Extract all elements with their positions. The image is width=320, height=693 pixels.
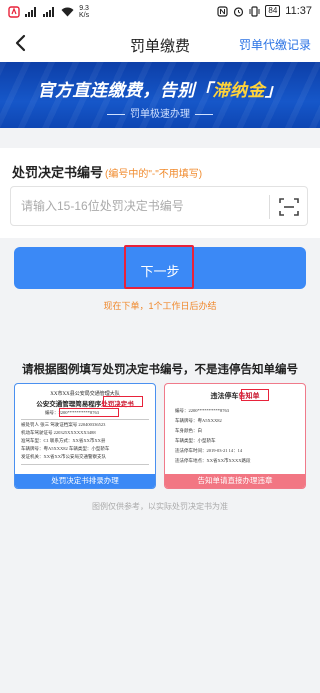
wifi-icon (61, 7, 74, 17)
left-sample-caption: 处罚决定书排录办理 (15, 474, 155, 488)
left-doc-header-2-text: 公安交通管理简易程序 (36, 401, 102, 408)
right-doc-row-5: 违法停车时间：2019-03-21 14：14 (175, 448, 243, 453)
status-right: 84 11:37 (217, 5, 312, 17)
right-doc-header: 违法停车告知单 (165, 391, 305, 401)
clock: 11:37 (285, 5, 312, 17)
decision-number-label: 处罚决定书编号 (编号中的"-"不用填写) (12, 162, 202, 181)
scan-divider (269, 195, 270, 219)
right-doc-row-1: 编号：2200**********8763 (175, 408, 229, 413)
promo-banner: 官方直连缴费，告别「滞纳金」 罚单极速办理 (0, 62, 320, 128)
right-doc-row-6: 违法停车地点：XX省XX市XXXX路段 (175, 458, 251, 463)
battery-level: 84 (265, 5, 281, 17)
next-step-highlight-frame (124, 245, 194, 289)
decision-sample-image: XX市XX县公安局交通管理大队 公安交通管理简易程序处罚决定书 编号：2200*… (14, 383, 156, 489)
left-doc-row-3: 准驾车型：C1 联系方式：XX省XX市XX县 (21, 438, 106, 443)
left-doc-rule (21, 419, 149, 420)
left-doc-row-4: 车辆牌号：粤A5XXX82 车辆类型：小型轿车 (21, 446, 110, 451)
banner-title-highlight: 滞纳金 (212, 81, 265, 100)
guide-title: 请根据图例填写处罚决定书编号，不是违停告知单编号 (22, 364, 298, 376)
notice-sample-image: 违法停车告知单 编号：2200**********8763 车辆牌号：粤A5XX… (164, 383, 306, 489)
signal-icon (25, 7, 36, 17)
left-doc-number-label: 编号： (45, 410, 59, 415)
status-bar: 9.3 K/s 84 11:37 (0, 0, 320, 24)
fine-records-link[interactable]: 罚单代缴记录 (239, 36, 311, 53)
left-doc-number-highlight (59, 408, 119, 417)
left-doc-title-highlight (103, 396, 143, 407)
vibrate-icon (249, 5, 260, 17)
nfc-icon (217, 5, 228, 17)
left-doc-row-5: 发证机关：XX省XX市公安局交通警察支队 (21, 454, 106, 459)
alarm-icon (234, 6, 244, 17)
decision-number-hint: (编号中的"-"不用填写) (105, 169, 203, 180)
next-step-button[interactable]: 下一步 (14, 245, 306, 289)
left-doc-rule-2 (21, 464, 149, 465)
left-doc-row-1: 被处罚人 张三 驾驶证档案号 220400336523 (21, 422, 106, 427)
banner-subtitle-text: 罚单极速办理 (130, 109, 190, 120)
decision-number-card: 处罚决定书编号 (编号中的"-"不用填写) (0, 148, 320, 238)
decision-number-field (10, 186, 308, 226)
speed-unit: K/s (79, 12, 90, 19)
right-doc-row-2: 车辆牌号：粤A5XXX82 (175, 418, 222, 423)
nav-bar: 罚单缴费 罚单代缴记录 (0, 24, 320, 62)
banner-dash-left (107, 113, 125, 115)
network-speed: 9.3 K/s (79, 5, 89, 19)
left-doc-row-2: 机动车驾驶证号 220325XXXXXX3488 (21, 430, 96, 435)
right-doc-row-3: 车身颜色：白 (175, 428, 202, 433)
banner-title: 官方直连缴费，告别「滞纳金」 (0, 76, 320, 101)
guide-footnote: 图例仅供参考，以实际处罚决定书为准 (92, 502, 228, 511)
notification-app-icon (8, 6, 20, 18)
scan-icon[interactable] (277, 195, 301, 219)
banner-subtitle: 罚单极速办理 (0, 105, 320, 120)
banner-title-part1: 官方直连缴费，告别「 (37, 81, 213, 100)
decision-number-label-text: 处罚决定书编号 (12, 165, 104, 180)
processing-note: 现在下单，1个工作日后办结 (103, 301, 217, 311)
right-doc-header-text: 违法停车 (210, 392, 239, 400)
signal-icon-2 (43, 7, 54, 17)
right-sample-caption: 告知单请直接办理违章 (165, 474, 305, 488)
status-left: 9.3 K/s (8, 5, 89, 19)
banner-title-part2: 」 (265, 81, 283, 100)
banner-dash-right (195, 113, 213, 115)
right-doc-row-4: 车辆类型：小型轿车 (175, 438, 216, 443)
right-doc-title-highlight (241, 389, 269, 401)
decision-number-input[interactable] (11, 187, 267, 225)
speed-value: 9.3 (79, 5, 89, 12)
